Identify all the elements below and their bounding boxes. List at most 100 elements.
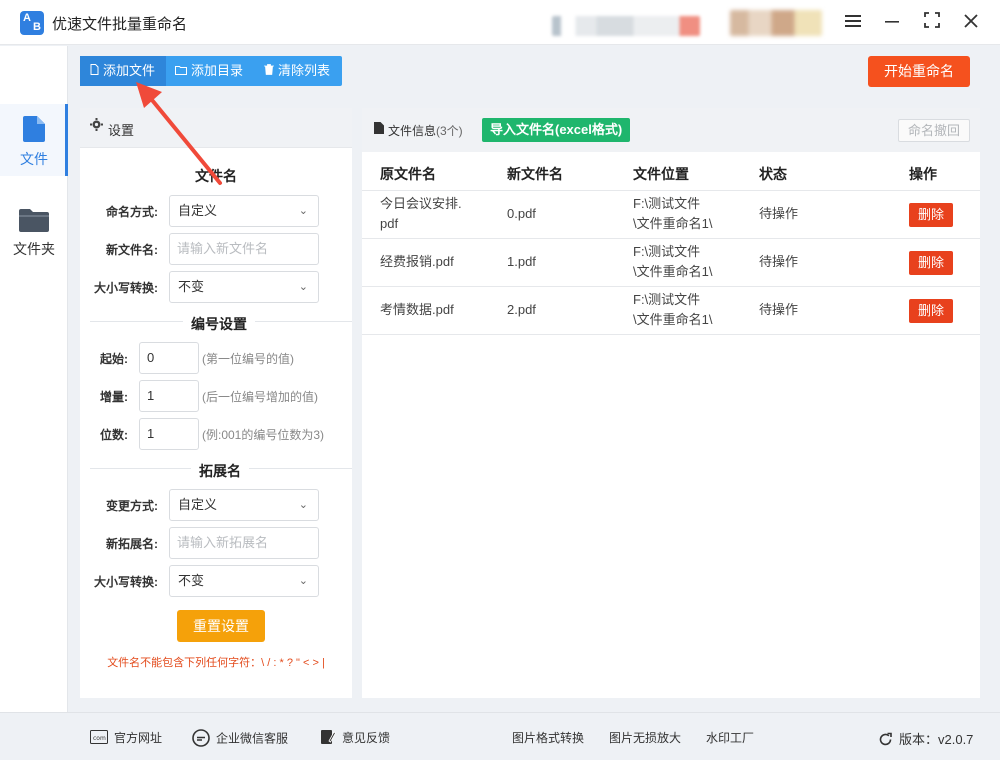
undo-rename-button[interactable]: 命名撤回 [898,119,970,142]
files-panel: 文件信息(3个) 导入文件名(excel格式) 命名撤回 原文件名 新文件名 文… [362,108,980,698]
start-hint: (第一位编号的值) [202,352,294,366]
location-cell: F:\测试文件 \文件重命名1\ [633,290,712,330]
delete-button[interactable]: 删除 [909,251,953,275]
add-dir-button[interactable]: 添加目录 [175,56,243,86]
close-icon[interactable] [959,10,983,34]
location-line1: F:\测试文件 [633,292,701,307]
reset-settings-button[interactable]: 重置设置 [177,610,265,642]
table-row[interactable]: 考情数据.pdf 2.pdf F:\测试文件 \文件重命名1\ 待操作 删除 [362,287,980,335]
original-name-cell: 经费报销.pdf [380,252,454,272]
footer: com 官方网址 企业微信客服 意见反馈 图片格式转换 图片无损放大 水印工厂 版… [0,712,1000,760]
original-name-line1: 今日会议安排. [380,196,462,211]
import-excel-button[interactable]: 导入文件名(excel格式) [482,118,631,142]
gear-icon [90,118,103,134]
status-cell: 待操作 [759,254,799,269]
feedback-link[interactable]: 意见反馈 [320,729,390,748]
feedback-icon [320,729,337,748]
chevron-down-icon: ⌄ [298,281,308,293]
files-title-text: 文件信息 [388,124,437,138]
case-select[interactable]: 不变 ⌄ [169,271,319,303]
add-dir-label: 添加目录 [191,63,244,78]
add-file-label: 添加文件 [103,63,156,78]
chat-icon [192,729,210,750]
number-section-title: 编号设置 [183,314,255,334]
col-status: 状态 [759,166,787,182]
chevron-down-icon: ⌄ [298,499,308,511]
invalid-chars-warning: 文件名不能包含下列任何字符：\ / : * ? " < > | [107,657,325,669]
left-nav: 文件 文件夹 [0,46,68,712]
blurred-account-info [552,16,700,36]
digits-hint: (例:001的编号位数为3) [202,428,325,442]
location-cell: F:\测试文件 \文件重命名1\ [633,194,712,234]
wechat-service-link[interactable]: 企业微信客服 [192,729,288,750]
status-cell: 待操作 [759,206,799,221]
file-icon [90,57,99,87]
digits-label: 位数: [100,428,128,442]
filename-section-title: 文件名 [195,168,237,184]
add-file-button[interactable]: 添加文件 [80,56,166,86]
nav-item-label: 文件夹 [13,241,55,257]
chevron-down-icon: ⌄ [298,575,308,587]
ext-mode-select[interactable]: 自定义 ⌄ [169,489,319,521]
version-info: 版本：v2.0.7 [878,729,973,750]
new-name-cell: 0.pdf [507,206,536,221]
new-name-cell: 1.pdf [507,254,536,269]
ext-section-title: 拓展名 [191,461,249,481]
location-line2: \文件重命名1\ [633,216,713,231]
feedback-label: 意见反馈 [342,731,391,745]
nav-item-file[interactable]: 文件 [0,104,68,176]
start-rename-button[interactable]: 开始重命名 [868,56,970,87]
col-action: 操作 [909,166,937,182]
title-bar: A B 优速文件批量重命名 [0,0,1000,45]
files-count: (3个) [436,124,463,138]
version-label: 版本：v2.0.7 [899,732,974,747]
step-input[interactable]: 1 [139,380,199,412]
new-name-cell: 2.pdf [507,302,536,317]
folder-icon [19,208,49,235]
settings-header: 设置 [80,108,352,148]
image-enlarge-link[interactable]: 图片无损放大 [609,729,681,746]
files-title: 文件信息(3个) [388,122,463,139]
table-row[interactable]: 今日会议安排. pdf 0.pdf F:\测试文件 \文件重命名1\ 待操作 删除 [362,191,980,239]
delete-button[interactable]: 删除 [909,299,953,323]
col-original-name: 原文件名 [380,166,436,182]
original-name-cell: 考情数据.pdf [380,300,454,320]
maximize-icon[interactable] [920,10,944,34]
ext-case-label: 大小写转换: [94,575,158,589]
location-line2: \文件重命名1\ [633,312,713,327]
digits-input[interactable]: 1 [139,418,199,450]
website-icon: com [90,730,108,747]
folder-icon [175,57,187,87]
new-ext-input[interactable]: 请输入新拓展名 [169,527,319,559]
start-input[interactable]: 0 [139,342,199,374]
nav-item-label: 文件 [20,151,48,167]
naming-mode-select[interactable]: 自定义 ⌄ [169,195,319,227]
col-new-name: 新文件名 [507,166,563,182]
table-row[interactable]: 经费报销.pdf 1.pdf F:\测试文件 \文件重命名1\ 待操作 删除 [362,239,980,287]
app-logo: A B [20,11,44,35]
new-ext-label: 新拓展名: [106,537,158,551]
status-cell: 待操作 [759,302,799,317]
image-convert-link[interactable]: 图片格式转换 [512,729,584,746]
clear-list-label: 清除列表 [278,63,331,78]
clear-list-button[interactable]: 清除列表 [264,56,330,86]
delete-button[interactable]: 删除 [909,203,953,227]
original-name-cell: 今日会议安排. pdf [380,194,480,234]
nav-item-folder[interactable]: 文件夹 [0,200,68,272]
website-link[interactable]: com 官方网址 [90,729,162,747]
files-header: 文件信息(3个) 导入文件名(excel格式) 命名撤回 [362,108,980,152]
svg-text:com: com [93,735,106,742]
original-name-line2: pdf [380,216,399,231]
blurred-avatar [730,10,822,36]
location-cell: F:\测试文件 \文件重命名1\ [633,242,712,282]
col-location: 文件位置 [633,166,689,182]
file-icon [23,116,45,145]
ext-mode-value: 自定义 [178,497,218,512]
app-title: 优速文件批量重命名 [52,16,188,33]
ext-case-select[interactable]: 不变 ⌄ [169,565,319,597]
new-name-input[interactable]: 请输入新文件名 [169,233,319,265]
location-line1: F:\测试文件 [633,244,701,259]
watermark-link[interactable]: 水印工厂 [706,729,754,746]
minimize-icon[interactable] [880,10,904,34]
menu-icon[interactable] [841,10,865,34]
